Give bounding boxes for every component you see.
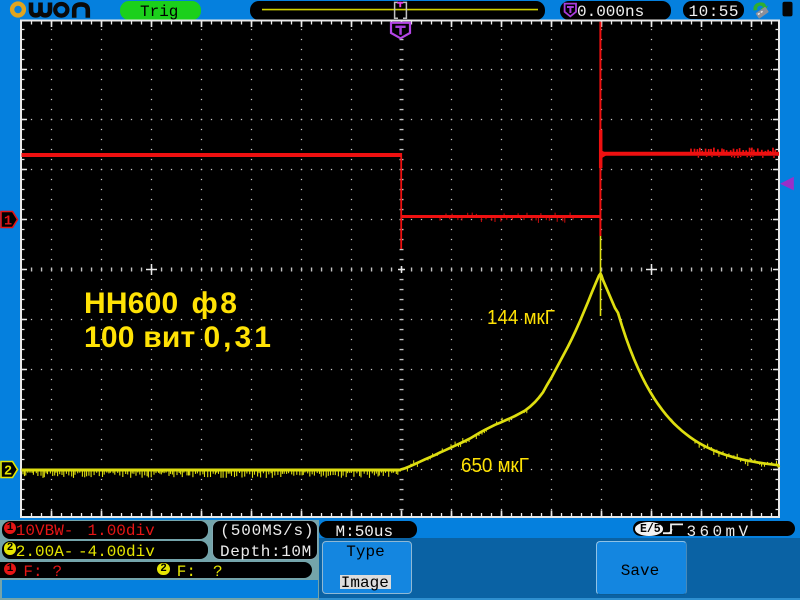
svg-text:2: 2 (4, 465, 12, 480)
svg-text:1: 1 (4, 215, 12, 230)
